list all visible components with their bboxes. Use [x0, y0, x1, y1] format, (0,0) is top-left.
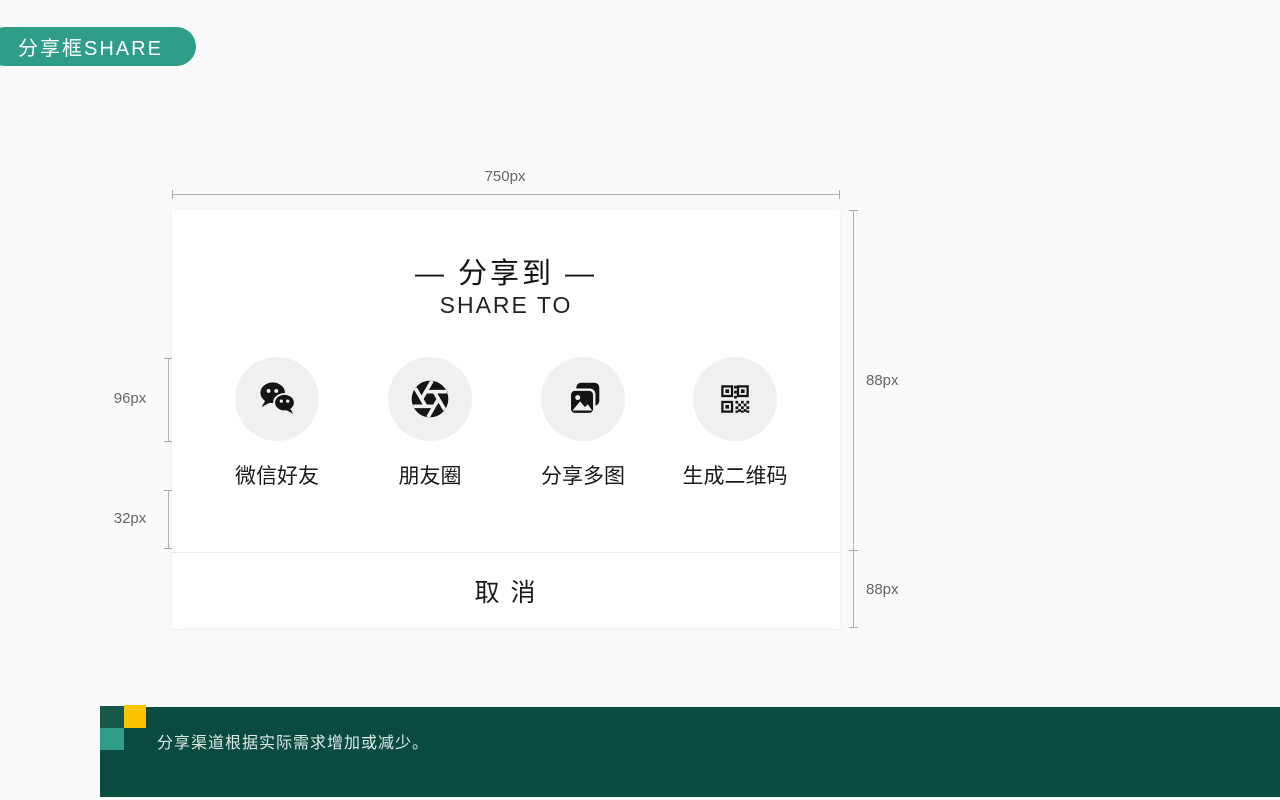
multi-image-icon	[560, 376, 606, 422]
share-option-wechat[interactable]: 微信好友	[202, 357, 352, 490]
measure-row-height-label: 88px	[866, 372, 899, 389]
dialog-subtitle: SHARE TO	[439, 292, 573, 318]
share-option-multi-image[interactable]: 分享多图	[508, 357, 658, 490]
footer-accent-square-dark	[100, 706, 124, 728]
moments-icon	[408, 377, 452, 421]
measure-dialog-width-line	[172, 194, 840, 195]
multi-image-icon-circle	[541, 357, 625, 441]
footer-note: 分享渠道根据实际需求增加或减少。	[157, 735, 430, 752]
measure-bottom-spacing-label: 32px	[113, 510, 147, 527]
share-option-label: 生成二维码	[682, 465, 788, 488]
section-tag: 分享框SHARE	[0, 27, 196, 66]
cancel-button[interactable]: 取 消	[172, 553, 840, 628]
share-option-label: 微信好友	[235, 465, 319, 488]
moments-icon-circle	[388, 357, 472, 441]
share-option-label: 分享多图	[541, 465, 625, 488]
share-option-label: 朋友圈	[398, 465, 462, 488]
measure-bottom-spacing-line	[168, 490, 169, 549]
measure-icon-size-line	[168, 358, 169, 442]
share-option-moments[interactable]: 朋友圈	[355, 357, 505, 490]
qrcode-icon	[713, 377, 757, 421]
share-option-qrcode[interactable]: 生成二维码	[660, 357, 810, 490]
dialog-title: — 分享到 —	[414, 258, 598, 290]
wechat-icon	[254, 376, 300, 422]
wechat-icon-circle	[235, 357, 319, 441]
measure-row-height-line	[853, 210, 854, 551]
footer-accent-square-yellow	[124, 705, 146, 728]
share-dialog: — 分享到 — SHARE TO 微信好友 朋友圈 分享多图 生成二维码 取 消	[172, 210, 840, 628]
section-tag-label: 分享框SHARE	[18, 38, 163, 60]
measure-tick	[839, 190, 840, 199]
footer-accent-square-teal	[100, 728, 124, 750]
measure-icon-size-label: 96px	[113, 390, 147, 407]
measure-tick	[849, 627, 858, 628]
measure-cancel-height-label: 88px	[866, 581, 899, 598]
measure-cancel-height-line	[853, 551, 854, 628]
measure-tick	[849, 210, 858, 211]
measure-tick	[172, 190, 173, 199]
measure-dialog-width-label: 750px	[484, 168, 526, 185]
qrcode-icon-circle	[693, 357, 777, 441]
